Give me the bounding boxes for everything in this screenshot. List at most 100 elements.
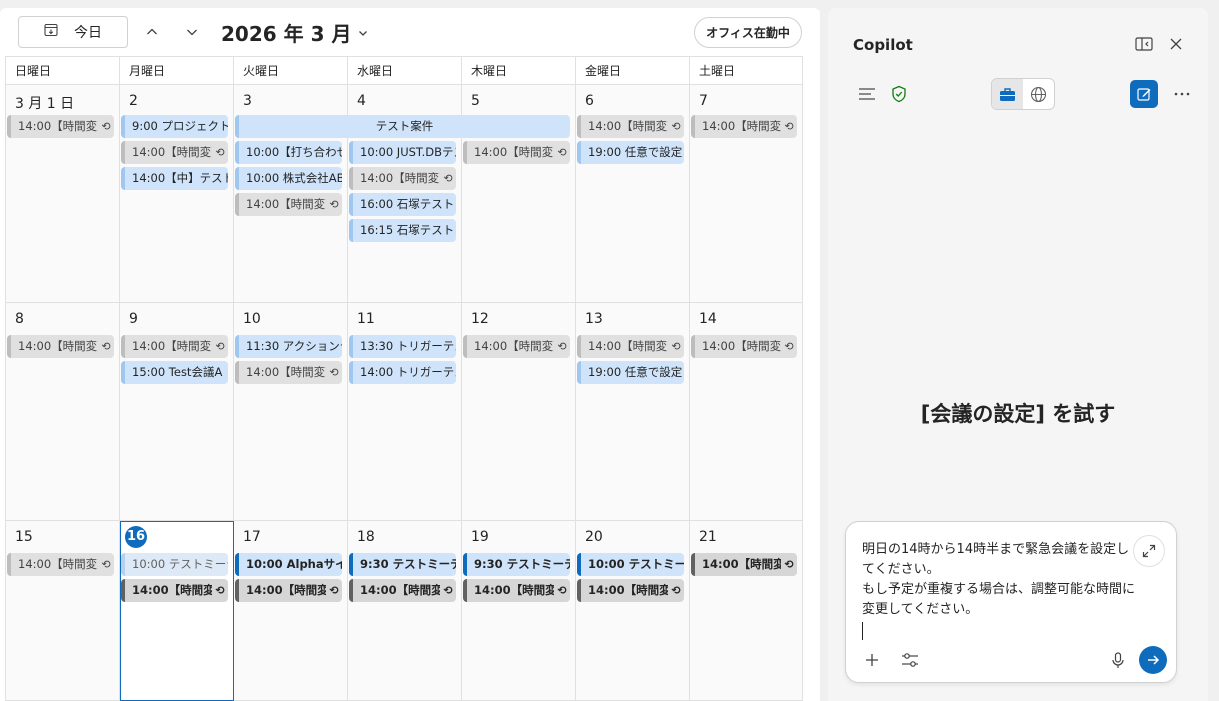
calendar-event[interactable]: 14:00【時間変更】⟲: [7, 335, 114, 358]
calendar-event[interactable]: 14:00【時間変更】⟲: [121, 335, 228, 358]
next-month-button[interactable]: [180, 20, 204, 44]
calendar-header: 今日 2026 年 3 月 オフィス在勤中: [0, 8, 820, 56]
calendar-event[interactable]: 10:00【打ち合わせ】: [235, 141, 342, 164]
mic-icon[interactable]: [1106, 648, 1130, 672]
event-title: 14:00 トリガーテスト: [360, 365, 456, 379]
calendar-event[interactable]: 10:00 テストミーティング: [577, 553, 684, 576]
calendar-event[interactable]: 14:00【時間変更】⟲: [349, 167, 456, 190]
calendar-event[interactable]: 19:00 任意で設定: [577, 361, 684, 384]
more-icon[interactable]: [1170, 82, 1194, 106]
recurring-icon: ⟲: [443, 584, 453, 597]
calendar-event[interactable]: 10:00 Alphaサイト: [235, 553, 342, 576]
dock-icon[interactable]: [1132, 32, 1156, 56]
prompt-heading: [会議の設定] を試す: [920, 402, 1116, 426]
day-number: 11: [357, 311, 375, 327]
event-title: 10:00 テストミーティング: [588, 557, 684, 571]
calendar-event[interactable]: 14:00【時間変更】⟲: [691, 115, 797, 138]
calendar-event[interactable]: 14:00【時間変更】⟲: [691, 335, 797, 358]
status-button[interactable]: オフィス在勤中: [694, 17, 802, 48]
menu-icon[interactable]: [855, 82, 879, 106]
close-icon[interactable]: [1164, 32, 1188, 56]
calendar-event[interactable]: 14:00【時間変更】⟲: [7, 553, 114, 576]
status-label: オフィス在勤中: [706, 26, 790, 40]
shield-check-icon[interactable]: [887, 82, 911, 106]
add-icon[interactable]: [860, 648, 884, 672]
day-cell[interactable]: 15: [6, 521, 120, 701]
calendar-event[interactable]: 14:00 トリガーテスト: [349, 361, 456, 384]
event-title: 16:15 石塚テスト：: [360, 223, 456, 237]
day-cell[interactable]: 18: [348, 521, 462, 701]
weekday-label: 木曜日: [462, 57, 576, 85]
event-title: 14:00【時間変更】: [18, 339, 98, 353]
today-button[interactable]: 今日: [18, 16, 128, 48]
recurring-icon: ⟲: [671, 584, 681, 597]
calendar-event[interactable]: 14:00【時間変更】⟲: [235, 193, 342, 216]
scope-toggle: [991, 78, 1055, 110]
recurring-icon: ⟲: [101, 120, 111, 133]
calendar-event[interactable]: 9:00 プロジェクトA定例: [121, 115, 228, 138]
work-scope-button[interactable]: [992, 79, 1023, 109]
calendar-event[interactable]: 11:30 アクションテスト: [235, 335, 342, 358]
day-cell-today[interactable]: 16: [120, 521, 234, 701]
day-number: 3 月 1 日: [15, 96, 75, 112]
calendar-event[interactable]: 16:15 石塚テスト：: [349, 219, 456, 242]
expand-icon: [1142, 544, 1156, 558]
web-scope-button[interactable]: [1023, 79, 1054, 109]
calendar-event[interactable]: 14:00【時間変更】⟲: [463, 579, 570, 602]
weekday-label: 日曜日: [6, 57, 120, 85]
calendar-pane: 今日 2026 年 3 月 オフィス在勤中 日曜日 月曜日 火曜日 水曜日 木曜日 金曜日…: [0, 8, 820, 701]
event-title: 14:00【中】テスト打合せ: [132, 171, 228, 185]
calendar-event[interactable]: 14:00【時間変更】⟲: [691, 553, 797, 576]
calendar-event[interactable]: 10:00 JUST.DBテスト: [349, 141, 456, 164]
calendar-event[interactable]: 16:00 石塚テスト：: [349, 193, 456, 216]
calendar-event[interactable]: 14:00【時間変更】⟲: [463, 335, 570, 358]
month-grid: 日曜日月曜日火曜日水曜日木曜日金曜日土曜日 3 月 1 日 14:00【時間変更】…: [5, 56, 803, 701]
calendar-event[interactable]: 14:00【時間変更】⟲: [121, 141, 228, 164]
day-number: 18: [357, 529, 375, 545]
calendar-event[interactable]: 10:00 テストミーティング: [121, 553, 228, 576]
calendar-event[interactable]: 10:00 株式会社ABC: [235, 167, 342, 190]
calendar-event[interactable]: 14:00【時間変更】⟲: [121, 579, 228, 602]
send-button[interactable]: [1139, 646, 1167, 674]
day-cell[interactable]: 21: [690, 521, 803, 701]
compose-input[interactable]: 明日の14時から14時半まで緊急会議を設定してください。 もし予定が重複する場合…: [862, 540, 1137, 640]
recurring-icon: ⟲: [329, 584, 339, 597]
recurring-icon: ⟲: [443, 172, 453, 185]
calendar-event[interactable]: 14:00【時間変更】⟲: [349, 579, 456, 602]
settings-icon[interactable]: [898, 648, 922, 672]
event-title: 14:00【時間変更】: [246, 197, 326, 211]
month-picker[interactable]: 2026 年 3 月: [221, 18, 369, 47]
calendar-event[interactable]: 13:30 トリガーテスト: [349, 335, 456, 358]
expand-button[interactable]: [1133, 535, 1165, 567]
calendar-event[interactable]: 19:00 任意で設定: [577, 141, 684, 164]
day-cell[interactable]: 17: [234, 521, 348, 701]
compose-line: もし予定が重複する場合は、調整可能な時間に変更してください。: [862, 582, 1136, 617]
event-title: 9:00 プロジェクトA定例: [132, 119, 228, 133]
calendar-event[interactable]: 9:30 テストミーティング: [463, 553, 570, 576]
day-number: 6: [585, 93, 594, 109]
compose-box[interactable]: 明日の14時から14時半まで緊急会議を設定してください。 もし予定が重複する場合…: [845, 521, 1177, 683]
recurring-icon: ⟲: [215, 340, 225, 353]
calendar-event[interactable]: 15:00 Test会議A: [121, 361, 228, 384]
calendar-event[interactable]: 14:00【時間変更】⟲: [235, 361, 342, 384]
day-cell[interactable]: 20: [576, 521, 690, 701]
calendar-event[interactable]: 14:00【時間変更】⟲: [7, 115, 114, 138]
calendar-event[interactable]: 14:00【時間変更】⟲: [577, 115, 684, 138]
multi-day-event[interactable]: テスト案件: [235, 115, 570, 138]
day-number: 15: [15, 529, 33, 545]
calendar-event[interactable]: 14:00【時間変更】⟲: [463, 141, 570, 164]
calendar-event[interactable]: 14:00【中】テスト打合せ: [121, 167, 228, 190]
event-title: 14:00【時間変更】: [588, 583, 668, 597]
calendar-event[interactable]: 14:00【時間変更】⟲: [235, 579, 342, 602]
copilot-pane: Copilot [会議の設定] を試す 明日の14時から14時半まで緊急会議を設…: [828, 8, 1208, 701]
event-title: 14:00【時間変更】: [132, 583, 212, 597]
previous-month-button[interactable]: [140, 20, 164, 44]
recurring-icon: ⟲: [784, 340, 794, 353]
day-number: 4: [357, 93, 366, 109]
day-cell[interactable]: 19: [462, 521, 576, 701]
new-chat-button[interactable]: [1130, 80, 1158, 108]
calendar-event[interactable]: 9:30 テストミーティング: [349, 553, 456, 576]
calendar-event[interactable]: 14:00【時間変更】⟲: [577, 335, 684, 358]
event-title: 10:00 テストミーティング: [132, 557, 228, 571]
calendar-event[interactable]: 14:00【時間変更】⟲: [577, 579, 684, 602]
